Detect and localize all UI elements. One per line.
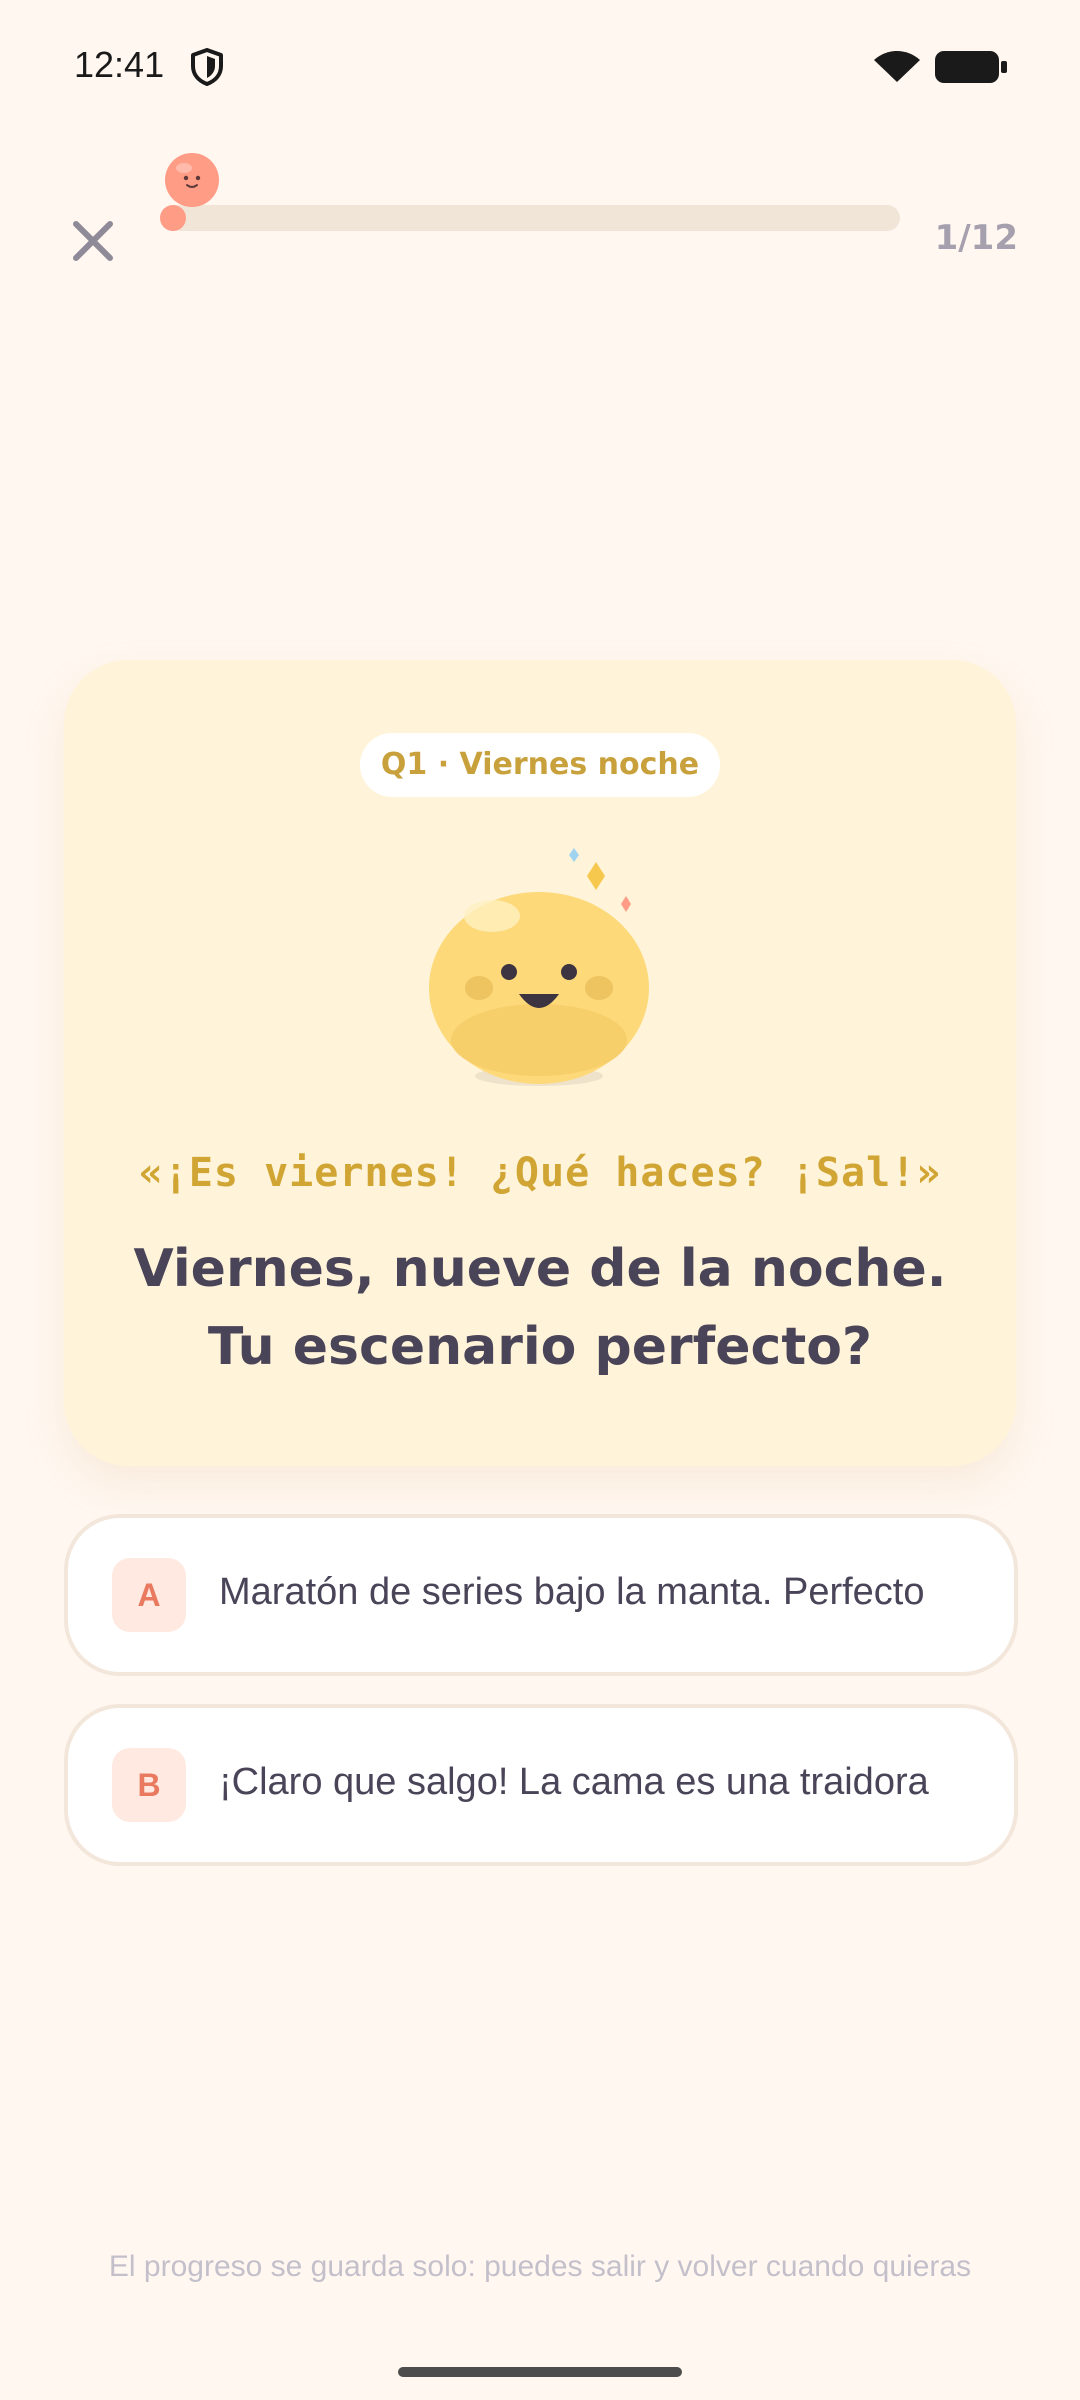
progress-mascot-icon [165,153,219,207]
status-time: 12:41 [74,44,165,85]
battery-icon [935,51,1007,83]
question-card: Q1 · Viernes noche «¡Es viernes! ¿Qué ha… [64,660,1016,1466]
wifi-icon [874,51,920,82]
footer-hint: El progreso se guarda solo: puedes salir… [108,2250,972,2283]
option-text: Maratón de series bajo la manta. Perfect… [219,1571,925,1613]
question-pill: Q1 · Viernes noche [360,733,720,797]
answer-option-a[interactable]: A Maratón de series bajo la manta. Perfe… [64,1514,1018,1676]
status-bar: 12:41 [0,0,1080,120]
option-text: ¡Claro que salgo! La cama es una traidor… [219,1761,929,1803]
smiley-mascot-icon [429,848,649,1086]
question-title-line-2: Tu escenario perfecto? [207,1317,873,1377]
shield-icon [191,48,223,86]
option-letter-badge: B [112,1748,186,1822]
home-indicator[interactable] [398,2367,682,2377]
question-title-line-1: Viernes, nueve de la noche. [133,1239,947,1299]
question-quote: «¡Es viernes! ¿Qué haces? ¡Sal!» [138,1150,942,1196]
close-icon[interactable] [62,210,124,272]
answer-option-b[interactable]: B ¡Claro que salgo! La cama es una traid… [64,1704,1018,1866]
progress-bar [160,205,900,231]
progress-counter: 1/12 [934,218,1018,258]
option-letter-badge: A [112,1558,186,1632]
question-title: Viernes, nueve de la noche. Tu escenario… [124,1230,956,1386]
